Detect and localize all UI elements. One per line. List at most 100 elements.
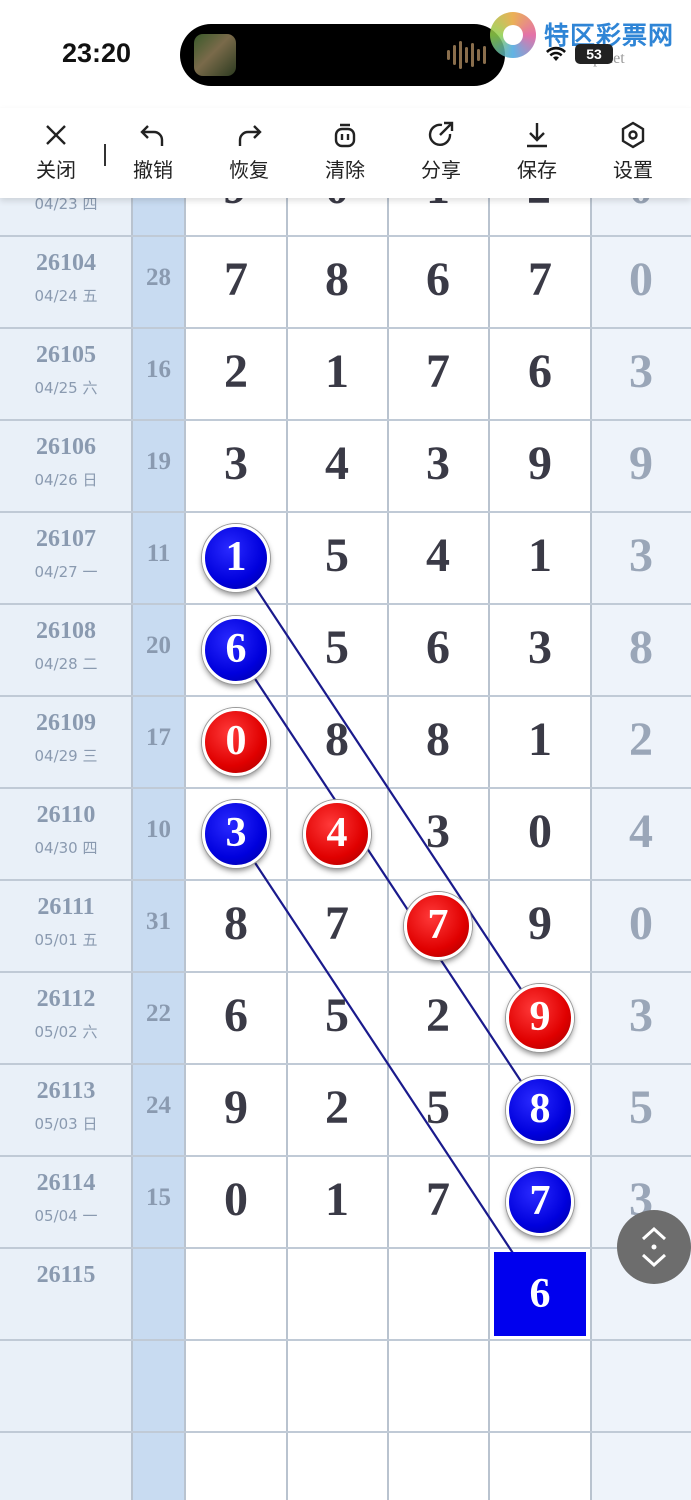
highlight-ball[interactable]: 7 <box>506 1168 574 1236</box>
battery-indicator: 53 <box>575 44 613 64</box>
digit-cell[interactable]: 9 <box>490 896 590 951</box>
digit-cell[interactable]: 6 <box>490 344 590 399</box>
span-cell: 0 <box>591 198 691 215</box>
issue-number: 26113 <box>36 1078 96 1104</box>
highlight-ball[interactable]: 4 <box>303 800 371 868</box>
row-sum: 15 <box>146 1184 171 1211</box>
wifi-icon <box>546 46 566 61</box>
chevron-up-down-icon <box>641 1226 667 1268</box>
digit-cell[interactable]: 2 <box>287 1080 387 1135</box>
digit-cell[interactable]: 5 <box>287 620 387 675</box>
issue-number: 26104 <box>36 250 96 276</box>
digit-cell[interactable]: 3 <box>490 620 590 675</box>
status-bar: 23:20 特区彩票网 cp.net 53 <box>0 0 691 108</box>
row-date: 05/03 日 <box>34 1115 98 1133</box>
digit-cell[interactable]: 4 <box>287 436 387 491</box>
digit-cell[interactable]: 7 <box>186 252 286 307</box>
scroll-toggle-button[interactable] <box>617 1210 691 1284</box>
highlight-ball[interactable]: 8 <box>506 1076 574 1144</box>
digit-cell[interactable]: 6 <box>186 988 286 1043</box>
digit-cell[interactable]: 9 <box>490 436 590 491</box>
draw-row: 26108 04/28 二 20 6 5 6 3 8 <box>0 604 691 696</box>
digit-cell[interactable]: 5 <box>287 528 387 583</box>
digit-cell[interactable]: 1 <box>287 344 387 399</box>
settings-label: 设置 <box>613 158 653 182</box>
digit-cell[interactable]: 5 <box>287 988 387 1043</box>
row-date: 05/04 一 <box>34 1207 98 1225</box>
digit-cell[interactable]: 0 <box>287 198 387 215</box>
issue-number: 26106 <box>36 434 96 460</box>
clock: 23:20 <box>62 38 132 68</box>
highlight-ball[interactable]: 3 <box>202 800 270 868</box>
digit-cell[interactable]: 8 <box>186 896 286 951</box>
highlight-ball[interactable]: 6 <box>202 616 270 684</box>
span-cell: 3 <box>629 989 653 1042</box>
span-cell: 3 <box>629 345 653 398</box>
partial-row: 04/23 四 12 9 0 1 2 0 <box>0 198 691 236</box>
save-label: 保存 <box>517 158 557 182</box>
digit-cell[interactable]: 1 <box>388 198 488 215</box>
digit-cell[interactable]: 8 <box>388 712 488 767</box>
digit-cell[interactable]: 3 <box>388 804 488 859</box>
highlight-ball[interactable]: 9 <box>506 984 574 1052</box>
digit-cell[interactable]: 4 <box>388 528 488 583</box>
clear-button[interactable]: 清除 <box>310 120 380 192</box>
digit-cell[interactable]: 9 <box>185 198 285 215</box>
row-sum: 31 <box>146 908 171 935</box>
digit-cell[interactable]: 1 <box>490 712 590 767</box>
digit-cell[interactable]: 6 <box>388 252 488 307</box>
digit-cell[interactable]: 7 <box>287 896 387 951</box>
digit-cell[interactable]: 7 <box>388 344 488 399</box>
prediction-cell[interactable]: 6 <box>494 1252 586 1336</box>
digit-cell[interactable]: 7 <box>388 1172 488 1227</box>
digit-cell[interactable]: 7 <box>490 252 590 307</box>
settings-button[interactable]: 设置 <box>598 120 668 192</box>
digit-cell[interactable]: 1 <box>287 1172 387 1227</box>
highlight-ball[interactable]: 7 <box>404 892 472 960</box>
digit-cell[interactable]: 6 <box>388 620 488 675</box>
issue-number: 26111 <box>37 894 95 920</box>
row-divider <box>0 1431 691 1433</box>
draw-row: 26111 05/01 五 31 8 7 7 9 0 <box>0 880 691 972</box>
draw-row: 26113 05/03 日 24 9 2 5 8 5 <box>0 1064 691 1156</box>
issue-number: 26110 <box>36 802 96 828</box>
span-cell: 0 <box>629 897 653 950</box>
redo-icon <box>238 125 262 146</box>
row-date: 04/30 四 <box>34 839 98 857</box>
redo-button[interactable]: 恢复 <box>214 120 284 192</box>
issue-number: 26107 <box>36 526 96 552</box>
draw-row: 26115 6 <box>0 1248 691 1340</box>
digit-cell[interactable]: 3 <box>388 436 488 491</box>
save-button[interactable]: 保存 <box>502 120 572 192</box>
digit-cell[interactable]: 5 <box>388 1080 488 1135</box>
digit-cell[interactable]: 0 <box>490 804 590 859</box>
toolbar-divider <box>104 144 106 166</box>
digit-cell[interactable]: 2 <box>388 988 488 1043</box>
digit-cell[interactable]: 9 <box>186 1080 286 1135</box>
span-cell: 8 <box>629 621 653 674</box>
row-sum: 28 <box>146 264 171 291</box>
redo-label: 恢复 <box>229 158 269 182</box>
span-cell: 9 <box>629 437 653 490</box>
digit-cell[interactable]: 8 <box>287 712 387 767</box>
issue-number: 26112 <box>36 986 96 1012</box>
undo-button[interactable]: 撤销 <box>118 120 188 192</box>
row-date: 04/25 六 <box>34 379 98 397</box>
trend-chart: 04/23 四 12 9 0 1 2 0 2610404/24 五2878670… <box>0 198 691 1500</box>
download-icon <box>527 123 547 148</box>
digit-cell[interactable]: 0 <box>186 1172 286 1227</box>
share-button[interactable]: 分享 <box>406 120 476 192</box>
digit-cell[interactable]: 2 <box>186 344 286 399</box>
dynamic-island[interactable] <box>180 24 505 86</box>
audio-waveform-icon <box>447 40 487 70</box>
digit-cell[interactable]: 1 <box>490 528 590 583</box>
row-date: 04/26 日 <box>34 471 98 489</box>
digit-cell[interactable]: 3 <box>186 436 286 491</box>
row-sum: 12 <box>132 198 185 200</box>
close-button[interactable]: 关闭 <box>21 120 91 192</box>
now-playing-artwork <box>194 34 236 76</box>
highlight-ball[interactable]: 1 <box>202 524 270 592</box>
highlight-ball[interactable]: 0 <box>202 708 270 776</box>
digit-cell[interactable]: 2 <box>489 198 589 215</box>
digit-cell[interactable]: 8 <box>287 252 387 307</box>
